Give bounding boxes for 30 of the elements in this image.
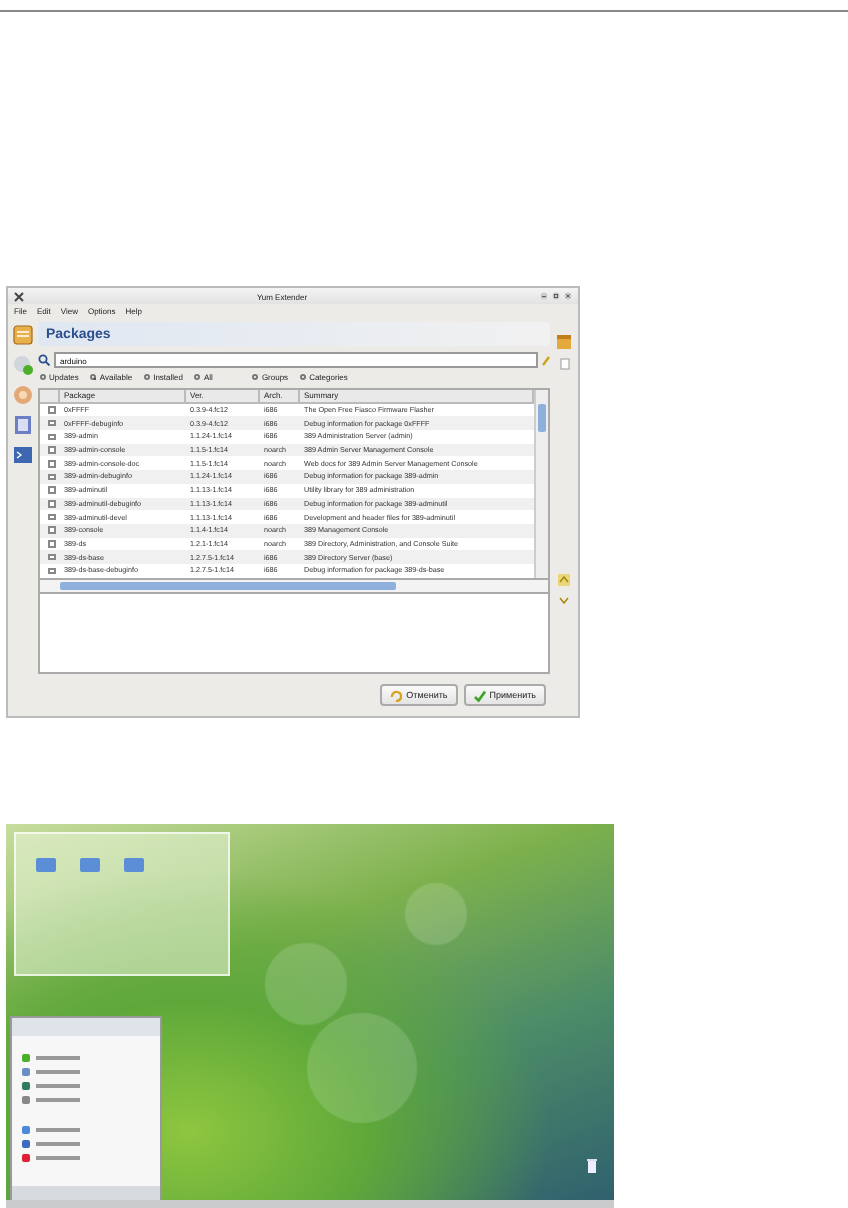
arrow-down-icon[interactable] xyxy=(558,594,570,606)
search-icon xyxy=(38,354,50,366)
row-checkbox[interactable] xyxy=(48,446,55,454)
row-checkbox[interactable] xyxy=(48,433,55,441)
checkbox-column-header xyxy=(40,390,60,404)
minimize-icon[interactable] xyxy=(540,292,548,300)
row-checkbox[interactable] xyxy=(48,553,55,561)
queue-icon[interactable] xyxy=(12,414,34,436)
checkmark-icon xyxy=(473,689,486,701)
row-checkbox[interactable] xyxy=(48,460,55,468)
row-checkbox[interactable] xyxy=(48,567,55,575)
trash-icon[interactable] xyxy=(586,1158,598,1174)
x-logo-icon xyxy=(14,291,24,301)
row-checkbox[interactable] xyxy=(48,513,55,521)
console-icon[interactable] xyxy=(12,444,34,466)
close-icon[interactable] xyxy=(564,292,572,300)
row-checkbox[interactable] xyxy=(48,526,55,534)
row-checkbox[interactable] xyxy=(48,406,55,414)
maximize-icon[interactable] xyxy=(552,292,560,300)
package-box-icon xyxy=(556,334,572,350)
row-checkbox[interactable] xyxy=(48,500,55,508)
updates-icon[interactable] xyxy=(12,354,34,376)
undo-icon xyxy=(390,689,403,701)
row-checkbox[interactable] xyxy=(48,486,55,494)
arrow-up-icon[interactable] xyxy=(558,574,570,586)
packages-icon[interactable] xyxy=(12,324,34,346)
row-checkbox[interactable] xyxy=(48,540,55,548)
row-checkbox[interactable] xyxy=(48,419,55,427)
vertical-scrollbar[interactable] xyxy=(534,390,548,578)
row-checkbox[interactable] xyxy=(48,473,55,481)
